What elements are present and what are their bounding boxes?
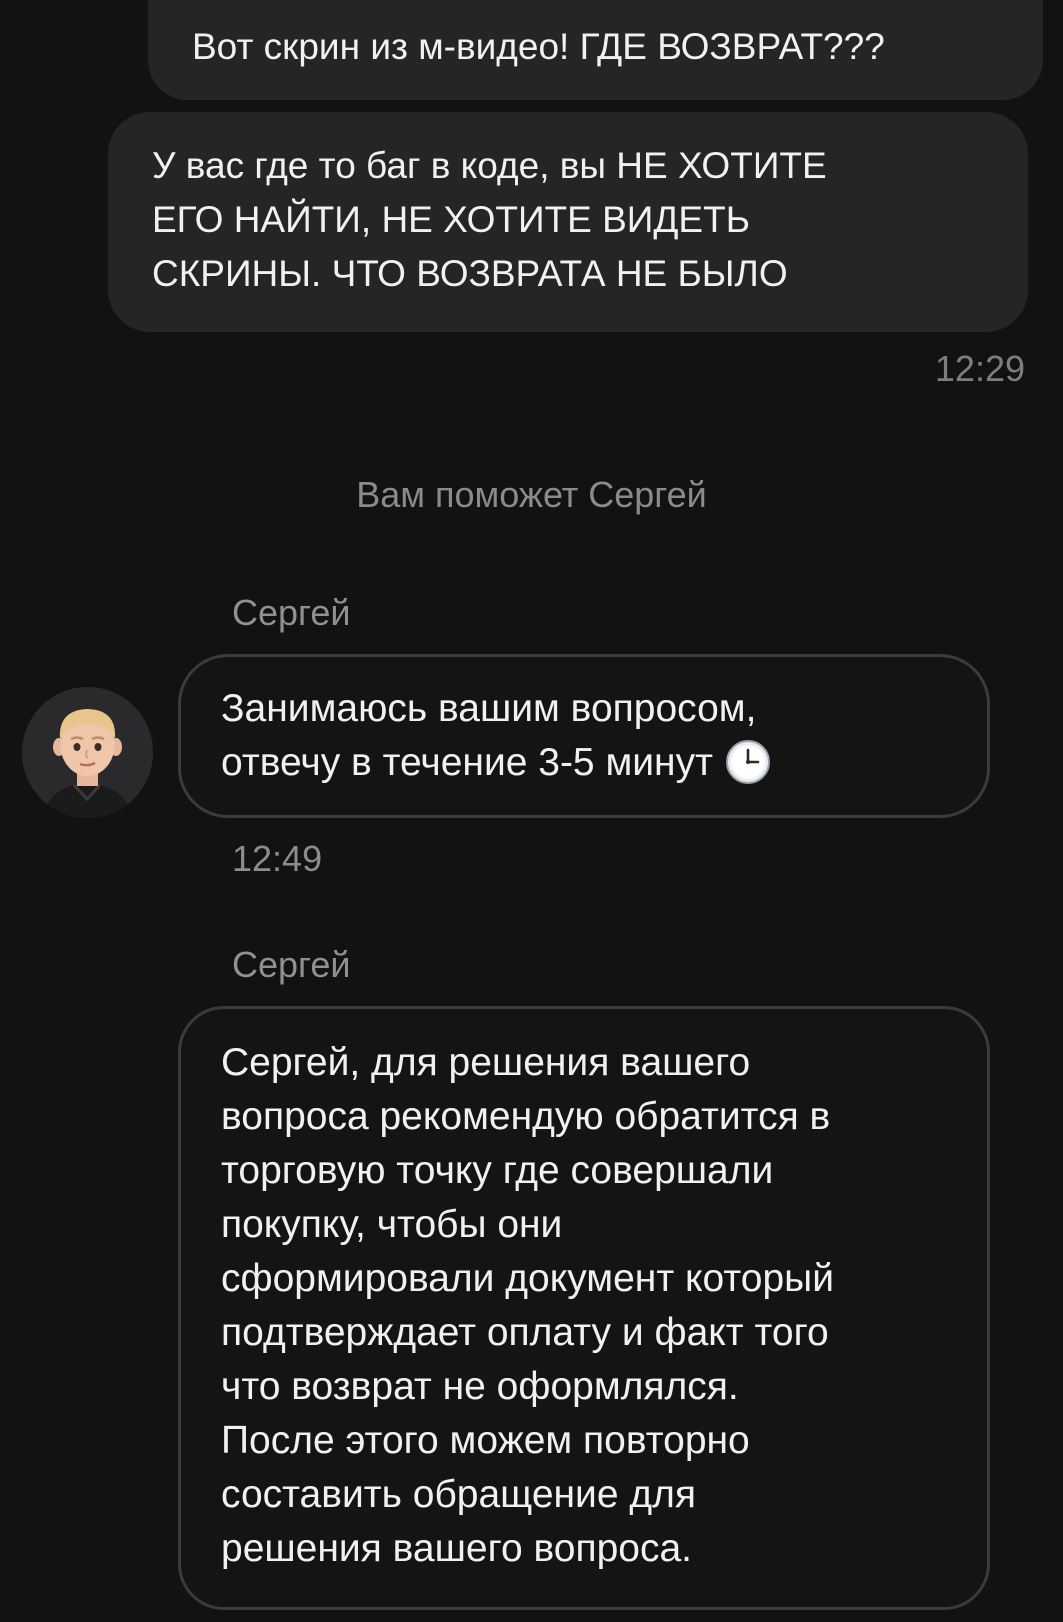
system-note: Вам поможет Сергей [356,474,707,515]
avatar[interactable] [22,687,153,818]
outgoing-message-bubble[interactable]: У вас где то баг в коде, вы НЕ ХОТИТЕ ЕГ… [108,112,1028,332]
message-text-line: составить обращение для [221,1473,696,1516]
sender-name: Сергей [232,944,351,985]
avatar-illustration [22,687,153,818]
incoming-message-bubble[interactable]: Занимаюсь вашим вопросом, отвечу в течен… [178,654,990,818]
incoming-message-bubble[interactable]: Сергей, для решения вашего вопроса реком… [178,1006,990,1610]
message-text-line: После этого можем повторно [221,1419,750,1462]
message-text-line: вопроса рекомендую обратится в [221,1095,831,1138]
message-text-line: Сергей, для решения вашего [221,1041,751,1084]
message-text-line: У вас где то баг в коде, вы НЕ ХОТИТЕ [152,145,827,186]
message-text-line: Вот скрин из м-видео! ГДЕ ВОЗВРАТ??? [192,26,885,67]
message-text-line: что возврат не оформлялся. [221,1365,739,1408]
message-text-line: сформировали документ который [221,1257,834,1300]
message-text-line: Занимаюсь вашим вопросом, [221,687,757,730]
outgoing-message-bubble[interactable]: Вот скрин из м-видео! ГДЕ ВОЗВРАТ??? [148,0,1043,100]
sender-name: Сергей [232,592,351,633]
message-text-line: торговую точку где совершали [221,1149,774,1192]
message-text-line: ЕГО НАЙТИ, НЕ ХОТИТЕ ВИДЕТЬ [152,199,750,240]
message-text-line: покупку, чтобы они [221,1203,563,1246]
message-timestamp: 12:29 [934,348,1025,389]
clock-icon [725,739,770,784]
message-timestamp: 12:49 [232,838,323,879]
message-text-line: подтверждает оплату и факт того [221,1311,829,1354]
message-text-line: отвечу в течение 3-5 минут [221,736,987,790]
message-text-line: СКРИНЫ. ЧТО ВОЗВРАТА НЕ БЫЛО [152,253,788,294]
message-text-line: решения вашего вопроса. [221,1527,692,1570]
